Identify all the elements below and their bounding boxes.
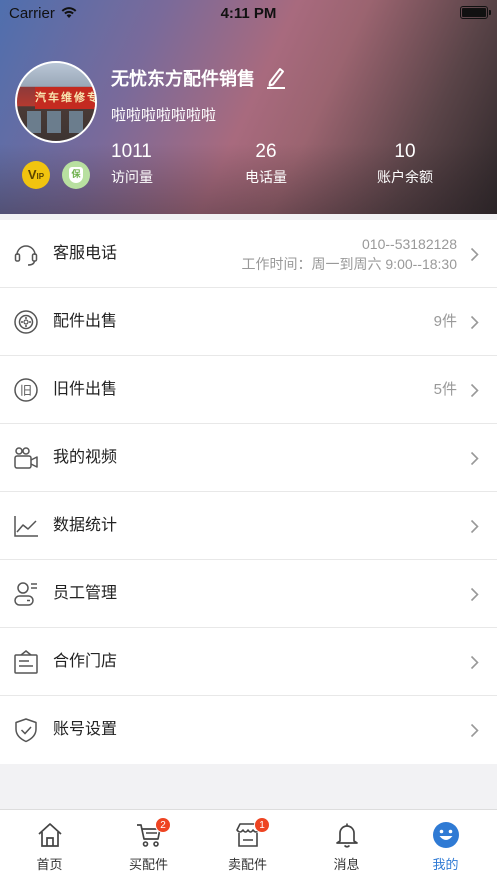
menu-item-stats[interactable]: 数据统计 (0, 492, 497, 560)
avatar[interactable]: 汽车维修专 (15, 61, 97, 143)
tab-mine-label: 我的 (432, 857, 459, 872)
shop-name: 无忧东方配件销售 (111, 69, 255, 89)
avatar-sign-text: 汽车维修专 (35, 87, 95, 109)
chevron-right-icon (470, 587, 479, 602)
tab-bar: 首页 2 买配件 1 卖配件 消息 我的 (0, 809, 497, 883)
tab-buy-parts[interactable]: 2 买配件 (99, 810, 198, 883)
menu-item-label: 配件出售 (53, 313, 118, 330)
parts-icon (14, 310, 38, 334)
profile-header: Carrier 4:11 PM 汽车维修专 VIP 保 无忧东方配件销售 啦啦啦… (0, 0, 497, 214)
vip-badge: VIP (22, 161, 50, 189)
menu-item-label: 员工管理 (53, 585, 118, 602)
shield-check-icon (15, 718, 37, 743)
tab-sell-label: 卖配件 (227, 857, 267, 872)
chevron-right-icon (470, 655, 479, 670)
stat-calls-label: 电话量 (245, 169, 287, 185)
status-time: 4:11 PM (220, 5, 277, 22)
shop-description: 啦啦啦啦啦啦啦 (111, 107, 217, 124)
edit-icon[interactable] (265, 65, 287, 89)
chevron-right-icon (470, 519, 479, 534)
cart-badge: 2 (155, 817, 171, 833)
stat-calls[interactable]: 26 电话量 (236, 140, 296, 188)
store-icon (14, 650, 38, 674)
menu-item-label: 数据统计 (53, 517, 118, 534)
video-icon (14, 447, 38, 469)
chevron-right-icon (470, 315, 479, 330)
menu-item-parts-sale[interactable]: 配件出售 9件 (0, 288, 497, 356)
stat-visits-value: 1011 (111, 141, 152, 162)
service-hours: 工作时间：周一到周六 9:00--18:30 (241, 256, 458, 272)
used-icon: 旧 (14, 378, 38, 402)
stat-visits-label: 访问量 (111, 169, 153, 185)
stat-calls-value: 26 (255, 141, 277, 162)
status-bar: Carrier 4:11 PM (0, 0, 497, 26)
menu-item-service-phone[interactable]: 客服电话 010--53182128 工作时间：周一到周六 9:00--18:3… (0, 220, 497, 288)
tab-mine[interactable]: 我的 (396, 810, 495, 883)
service-phone-number: 010--53182128 (362, 236, 457, 252)
parts-sale-count: 9件 (433, 313, 457, 330)
staff-icon (14, 582, 37, 606)
stat-balance-label: 账户余额 (377, 169, 433, 185)
menu-item-label: 合作门店 (53, 653, 118, 670)
stat-balance-value: 10 (394, 141, 416, 162)
tab-home[interactable]: 首页 (0, 810, 99, 883)
menu-item-label: 账号设置 (53, 721, 118, 738)
sell-badge: 1 (254, 817, 270, 833)
svg-text:旧: 旧 (20, 384, 32, 398)
menu-item-used-sale[interactable]: 旧 旧件出售 5件 (0, 356, 497, 424)
headset-icon (14, 245, 38, 266)
stat-balance[interactable]: 10 账户余额 (370, 140, 440, 188)
menu-item-label: 我的视频 (53, 449, 118, 466)
menu-item-partner-store[interactable]: 合作门店 (0, 628, 497, 696)
chart-icon (14, 516, 38, 537)
tab-messages-label: 消息 (333, 857, 360, 872)
smile-icon (433, 822, 459, 848)
menu-item-label: 旧件出售 (53, 381, 118, 398)
stat-visits[interactable]: 1011 访问量 (111, 140, 153, 188)
chevron-right-icon (470, 247, 479, 262)
tab-messages[interactable]: 消息 (297, 810, 396, 883)
home-icon (38, 823, 62, 847)
menu-item-videos[interactable]: 我的视频 (0, 424, 497, 492)
tab-home-label: 首页 (36, 857, 63, 872)
tab-buy-label: 买配件 (128, 857, 168, 872)
chevron-right-icon (470, 383, 479, 398)
battery-icon (460, 6, 491, 19)
chevron-right-icon (470, 451, 479, 466)
used-sale-count: 5件 (433, 381, 457, 398)
guarantee-badge: 保 (62, 161, 90, 189)
chevron-right-icon (470, 723, 479, 738)
menu-item-account-settings[interactable]: 账号设置 (0, 696, 497, 764)
tab-sell-parts[interactable]: 1 卖配件 (198, 810, 297, 883)
menu-item-staff[interactable]: 员工管理 (0, 560, 497, 628)
bell-icon (336, 823, 358, 848)
menu-item-label: 客服电话 (53, 245, 118, 262)
menu-list: 客服电话 010--53182128 工作时间：周一到周六 9:00--18:3… (0, 220, 497, 764)
